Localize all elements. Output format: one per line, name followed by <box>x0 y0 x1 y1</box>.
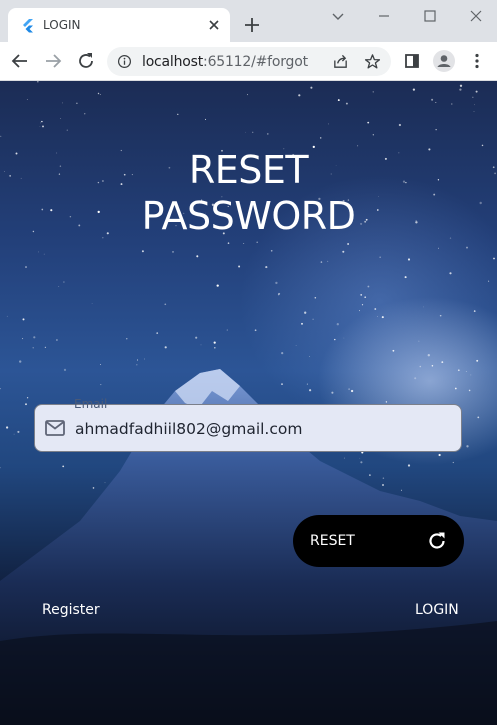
new-tab-icon[interactable] <box>243 16 261 34</box>
share-icon[interactable] <box>332 53 349 70</box>
url-text: localhost:65112/#forgot <box>142 54 308 70</box>
reset-button-label: RESET <box>310 533 355 549</box>
forward-arrow-icon[interactable] <box>43 51 63 71</box>
maximize-icon[interactable] <box>420 6 440 26</box>
browser-toolbar: localhost:65112/#forgot <box>0 42 497 81</box>
kebab-menu-icon[interactable] <box>467 51 487 71</box>
email-label: Email <box>74 397 108 411</box>
tab-title: LOGIN <box>43 18 81 32</box>
star-icon[interactable] <box>364 53 381 70</box>
address-bar[interactable]: localhost:65112/#forgot <box>107 47 391 76</box>
mail-icon <box>45 420 65 436</box>
minimize-icon[interactable] <box>374 6 394 26</box>
url-host: localhost <box>142 54 204 70</box>
info-icon[interactable] <box>117 54 132 69</box>
login-link[interactable]: LOGIN <box>415 602 459 618</box>
browser-tab[interactable]: LOGIN <box>8 8 230 42</box>
reload-icon[interactable] <box>76 51 96 71</box>
tab-strip: LOGIN <box>0 0 497 42</box>
refresh-icon <box>429 532 445 549</box>
back-arrow-icon[interactable] <box>10 51 30 71</box>
flutter-icon <box>23 19 33 33</box>
page-title-line2: PASSWORD <box>141 194 356 238</box>
side-panel-icon[interactable] <box>402 51 422 71</box>
email-field[interactable] <box>34 404 462 452</box>
window-close-icon[interactable] <box>466 6 486 26</box>
page-title-line1: RESET <box>188 148 309 192</box>
page-viewport: RESET PASSWORD Email RESET Register LOGI… <box>0 81 497 725</box>
register-link[interactable]: Register <box>42 602 100 618</box>
email-input[interactable] <box>73 413 447 445</box>
close-icon[interactable] <box>206 17 222 33</box>
chevron-down-icon[interactable] <box>328 6 348 26</box>
profile-avatar-icon[interactable] <box>433 50 455 72</box>
reset-button[interactable]: RESET <box>293 515 464 567</box>
url-path: :65112/#forgot <box>203 54 308 70</box>
